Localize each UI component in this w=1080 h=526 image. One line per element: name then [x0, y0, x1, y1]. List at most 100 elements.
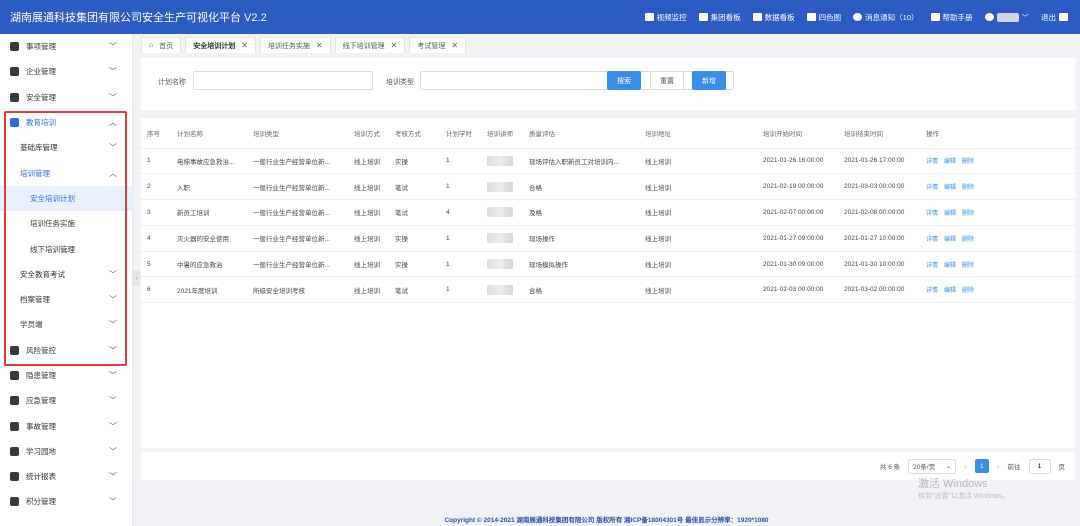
close-icon[interactable]: ✕	[241, 41, 248, 50]
column-header: 考核方式	[389, 118, 440, 149]
cell-type: 一般行业生产经营单位新...	[247, 225, 348, 252]
cell-start: 2021-02-19 00:00:00	[757, 173, 838, 201]
nav-four-color[interactable]: 四色图	[806, 12, 841, 23]
sidebar-item-label: 事项管理	[26, 42, 56, 52]
add-button[interactable]: 新增	[692, 71, 726, 90]
sidebar-item-hazard[interactable]: 隐患管理 ﹀	[0, 363, 132, 388]
tab-home[interactable]: ⌂ 首页	[141, 37, 182, 53]
book-icon	[930, 13, 940, 21]
tab-exam-mgmt[interactable]: 考试管理 ✕	[409, 37, 467, 53]
tab-offline-training[interactable]: 线下培训管理 ✕	[334, 37, 406, 53]
sidebar-item-base-library[interactable]: 基础库管理 ﹀	[0, 135, 132, 160]
cell-hours: 1	[440, 276, 481, 304]
tab-safety-training-plan[interactable]: 安全培训计划 ✕	[185, 37, 256, 53]
video-camera-icon	[644, 13, 654, 21]
edit-link[interactable]: 编辑	[944, 237, 956, 243]
user-icon	[984, 13, 994, 21]
sidebar-item-training-mgmt[interactable]: 培训管理 ︿	[0, 160, 132, 185]
detail-link[interactable]: 详情	[926, 263, 938, 269]
search-panel: 计划名称 培训类型 搜索 重置 新增	[141, 58, 1075, 110]
sidebar-item-label: 线下培训管理	[30, 244, 75, 254]
sidebar-item-enterprise[interactable]: 企业管理 ﹀	[0, 59, 132, 84]
sidebar: 事项管理 ﹀ 企业管理 ﹀ 安全管理 ﹀ 教育培训 ︿ 基础库管理 ﹀ 培训管理 ︿ 安全培…	[0, 34, 133, 526]
page-unit-label: 页	[1058, 464, 1066, 471]
cell-end: 2021-03-03 00:00:00	[838, 173, 920, 201]
training-plan-table: 序号 计划名称 培训类型 培训方式 考核方式 计划学时 培训讲师 质量评估 培训…	[141, 118, 1075, 304]
sidebar-item-label: 积分管理	[26, 497, 56, 507]
prev-page-button[interactable]: ‹	[964, 462, 967, 471]
nav-group-board[interactable]: 集团看板	[698, 12, 741, 23]
cell-end: 2021-03-02 00:00:00	[838, 276, 920, 304]
column-header: 培训方式	[348, 118, 389, 149]
edit-link[interactable]: 编辑	[944, 263, 956, 269]
detail-link[interactable]: 详情	[926, 185, 938, 191]
sidebar-item-label: 学习园地	[26, 446, 56, 456]
sidebar-item-accident[interactable]: 事故管理 ﹀	[0, 413, 132, 438]
edit-link[interactable]: 编辑	[944, 185, 956, 191]
sidebar-item-label: 安全管理	[26, 92, 56, 102]
plan-name-input[interactable]	[193, 71, 373, 90]
edit-link[interactable]: 编辑	[944, 211, 956, 217]
sidebar-item-education[interactable]: 教育培训 ︿	[0, 110, 132, 135]
user-menu[interactable]: ﹀	[984, 12, 1029, 23]
delete-link[interactable]: 删除	[962, 263, 974, 269]
training-type-select[interactable]	[420, 71, 734, 90]
sidebar-item-archives[interactable]: 档案管理 ﹀	[0, 287, 132, 312]
nav-video-monitor[interactable]: 视频监控	[644, 12, 687, 23]
sidebar-item-points[interactable]: 积分管理 ﹀	[0, 489, 132, 514]
page-size-select[interactable]: 20条/页 ⌄	[908, 458, 957, 474]
delete-link[interactable]: 删除	[962, 211, 974, 217]
edit-link[interactable]: 编辑	[944, 288, 956, 294]
detail-link[interactable]: 详情	[926, 211, 938, 217]
cell-mode: 线上培训	[348, 173, 389, 201]
nav-label: 视频监控	[656, 12, 687, 22]
sidebar-item-training-tasks[interactable]: 培训任务实施	[0, 211, 132, 236]
cell-exam: 实操	[389, 148, 440, 175]
sidebar-item-study[interactable]: 学习园地 ﹀	[0, 439, 132, 464]
delete-link[interactable]: 删除	[962, 288, 974, 294]
detail-link[interactable]: 详情	[926, 159, 938, 165]
close-icon[interactable]: ✕	[391, 41, 398, 50]
bar-chart-icon	[10, 472, 19, 482]
plan-name-label: 计划名称	[158, 79, 186, 86]
goto-page-input[interactable]	[1028, 458, 1051, 474]
tab-label: 安全培训计划	[193, 42, 236, 50]
cell-addr: 线上培训	[639, 251, 757, 278]
sidebar-item-emergency[interactable]: 应急管理 ﹀	[0, 388, 132, 413]
delete-link[interactable]: 删除	[962, 237, 974, 243]
detail-link[interactable]: 详情	[926, 288, 938, 294]
sidebar-item-label: 隐患管理	[26, 371, 56, 380]
nav-help[interactable]: 帮助手册	[930, 12, 973, 23]
risk-icon	[10, 345, 19, 355]
sidebar-item-reports[interactable]: 统计报表 ﹀	[0, 464, 132, 489]
study-icon	[10, 446, 19, 456]
nav-data-board[interactable]: 数据看板	[752, 12, 795, 23]
nav-notifications[interactable]: 消息通知（10）	[853, 12, 919, 23]
page-number-current[interactable]: 1	[974, 459, 989, 473]
delete-link[interactable]: 删除	[962, 159, 974, 165]
cell-eval: 现场评估入职新员工对培训内...	[523, 148, 639, 175]
warning-icon	[10, 371, 19, 380]
logout-button[interactable]: 退出	[1041, 12, 1068, 23]
next-page-button[interactable]: ›	[997, 462, 1000, 471]
sidebar-item-safety[interactable]: 安全管理 ﹀	[0, 85, 132, 110]
close-icon[interactable]: ✕	[316, 41, 323, 50]
sidebar-item-offline-training[interactable]: 线下培训管理	[0, 236, 132, 261]
sidebar-collapse-handle[interactable]: ‹	[133, 270, 140, 286]
delete-link[interactable]: 删除	[962, 185, 974, 191]
tab-label: 首页	[159, 42, 174, 50]
tab-training-tasks[interactable]: 培训任务实施 ✕	[259, 37, 331, 53]
sidebar-item-matters[interactable]: 事项管理 ﹀	[0, 34, 132, 59]
edit-link[interactable]: 编辑	[944, 159, 956, 165]
cell-name: 中暑的应急救治	[171, 251, 247, 278]
sidebar-item-risk[interactable]: 风险管控 ﹀	[0, 338, 132, 363]
cell-no: 3	[141, 199, 171, 226]
sidebar-item-student-portal[interactable]: 学员端 ﹀	[0, 312, 132, 337]
sidebar-item-safety-training-plan[interactable]: 安全培训计划	[0, 185, 132, 212]
reset-button[interactable]: 重置	[650, 71, 684, 90]
sidebar-item-safety-exam[interactable]: 安全教育考试 ﹀	[0, 262, 132, 287]
close-icon[interactable]: ✕	[451, 41, 458, 50]
detail-link[interactable]: 详情	[926, 237, 938, 243]
search-button[interactable]: 搜索	[607, 71, 641, 90]
cell-instructor	[481, 173, 523, 201]
